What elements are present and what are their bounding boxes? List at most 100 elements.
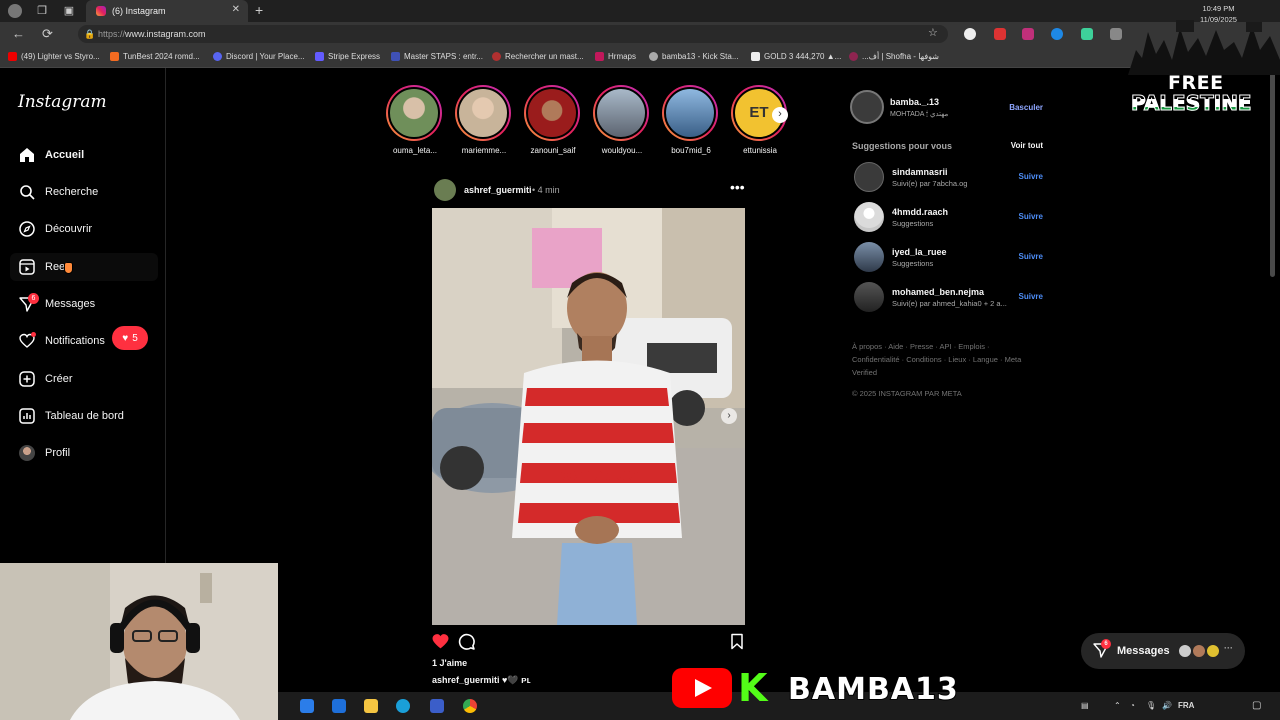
edge-icon[interactable] (396, 699, 410, 713)
svg-text:ooredoo: ooredoo (560, 465, 639, 485)
avatar[interactable] (854, 202, 884, 232)
url-field[interactable]: 🔒 https://www.instagram.com (78, 25, 948, 43)
story[interactable]: mariemme... (455, 85, 513, 155)
suggestion-username[interactable]: sindamnasrii (892, 167, 948, 177)
comment-icon[interactable] (458, 633, 475, 655)
nav-explore[interactable]: Découvrir (18, 220, 92, 238)
microphone-icon[interactable]: 🎙 (1146, 701, 1156, 710)
like-filled-icon[interactable] (432, 633, 449, 655)
language-indicator[interactable]: FRA (1178, 701, 1194, 710)
avatar[interactable] (434, 179, 456, 201)
more-icon: ··· (1224, 643, 1233, 653)
speaker-icon[interactable]: 🔊 (1162, 701, 1172, 710)
suggestion-item: mohamed_ben.nejma Suivi(e) par ahmed_kah… (854, 282, 1046, 312)
extension-icon[interactable] (1051, 28, 1063, 40)
bookmark[interactable]: (49) Lighter vs Styro... (8, 52, 100, 61)
post-photo[interactable]: ooredoo (432, 208, 745, 625)
overlay-palestine-text: PALESTINE (1131, 91, 1253, 116)
nav-reels[interactable]: Reels (18, 258, 73, 276)
tab-instagram[interactable]: (6) Instagram ✕ (86, 0, 248, 22)
story[interactable]: bou7mid_6 (662, 85, 720, 155)
tab-actions-icon[interactable]: ▣ (62, 4, 76, 18)
suggestions-title: Suggestions pour vous (852, 141, 953, 151)
carousel-next-icon[interactable]: › (721, 408, 737, 424)
follow-button[interactable]: Suivre (1019, 292, 1043, 301)
taskbar-clock[interactable]: 10:49 PM 11/09/2025 (1200, 3, 1237, 25)
refresh-icon[interactable]: ⟳ (42, 26, 53, 42)
bookmark[interactable]: Hrmaps (595, 52, 636, 61)
bookmark[interactable]: Stripe Express (315, 52, 380, 61)
post-username[interactable]: ashref_guermiti (464, 185, 532, 195)
outlook-icon[interactable] (332, 699, 346, 713)
footer-links[interactable]: À propos · Aide · Presse · API · Emplois… (852, 340, 1032, 379)
nav-label: Tableau de bord (45, 410, 124, 422)
nav-dashboard[interactable]: Tableau de bord (18, 407, 124, 425)
suggestion-reason: Suivi(e) par ahmed_kahia0 + 2 a... (892, 299, 1007, 308)
see-all-link[interactable]: Voir tout (1011, 141, 1043, 150)
nav-label: Recherche (45, 186, 99, 198)
store-icon[interactable] (300, 699, 314, 713)
story[interactable]: ouma_leta... (386, 85, 444, 155)
nav-label: Découvrir (45, 223, 93, 235)
notification-count-pill[interactable]: ♥ 5 (112, 326, 148, 350)
nav-create[interactable]: Créer (18, 370, 73, 388)
follow-button[interactable]: Suivre (1019, 172, 1043, 181)
bookmark[interactable]: TunBest 2024 romd... (110, 52, 200, 61)
bookmark-icon[interactable] (730, 633, 744, 655)
app-icon[interactable] (430, 699, 444, 713)
extension-icon[interactable] (1022, 28, 1034, 40)
instagram-sidebar: Instagram Accueil Recherche Découvrir Re… (0, 68, 166, 563)
mouse-cursor-icon (64, 262, 73, 274)
chevron-up-icon[interactable]: ⌃ (1114, 701, 1121, 710)
network-icon[interactable]: ◔ (1130, 701, 1135, 710)
avatar[interactable] (854, 282, 884, 312)
suggestion-username[interactable]: iyed_la_ruee (892, 247, 947, 257)
follow-button[interactable]: Suivre (1019, 252, 1043, 261)
extension-icon[interactable] (964, 28, 976, 40)
bookmark[interactable]: Discord | Your Place... (213, 52, 305, 61)
nav-profile[interactable]: Profil (18, 444, 70, 462)
follow-button[interactable]: Suivre (1019, 212, 1043, 221)
story-username: wouldyou... (601, 146, 643, 155)
favorite-star-icon[interactable]: ☆ (928, 26, 938, 39)
bookmark[interactable]: Rechercher un mast... (492, 52, 584, 61)
messages-float-badge: 6 (1101, 639, 1111, 649)
bookmark[interactable]: GOLD 3 444,270 ▲... (751, 52, 841, 61)
nav-search[interactable]: Recherche (18, 183, 98, 201)
file-explorer-icon[interactable] (364, 699, 378, 713)
stories-next-icon[interactable]: › (772, 107, 788, 123)
close-tab-icon[interactable]: ✕ (232, 4, 240, 15)
messages-floating-button[interactable]: 6 Messages ··· (1081, 633, 1245, 669)
extensions-icon[interactable] (1110, 28, 1122, 40)
new-tab-icon[interactable]: + (255, 2, 263, 18)
avatar[interactable] (854, 162, 884, 192)
switch-account-link[interactable]: Basculer (1009, 103, 1043, 112)
suggestion-username[interactable]: mohamed_ben.nejma (892, 287, 984, 297)
profile-icon[interactable] (8, 4, 22, 18)
bookmark[interactable]: Master STAPS : entr... (391, 52, 483, 61)
notification-center-icon[interactable]: ▢ (1252, 700, 1261, 711)
workspaces-icon[interactable]: ❐ (35, 4, 49, 18)
extension-icon[interactable] (994, 28, 1006, 40)
more-options-icon[interactable]: ••• (730, 179, 745, 195)
instagram-logo[interactable]: Instagram (18, 92, 107, 112)
nav-home[interactable]: Accueil (18, 146, 84, 164)
extension-icon[interactable] (1081, 28, 1093, 40)
back-icon[interactable]: ← (12, 26, 25, 41)
avatar[interactable] (850, 90, 884, 124)
bookmark[interactable]: bamba13 - Kick Sta... (649, 52, 738, 61)
bookmark[interactable]: ...أف | Shofha - شوفها (849, 52, 939, 61)
kick-logo-icon: K (738, 666, 768, 710)
avatar[interactable] (854, 242, 884, 272)
story[interactable]: zanouni_saif (524, 85, 582, 155)
account-username[interactable]: bamba._.13 (890, 97, 939, 107)
chrome-icon[interactable] (463, 699, 477, 713)
suggestion-item: iyed_la_ruee Suggestions Suivre (854, 242, 1046, 272)
widgets-icon[interactable]: ▤ (1081, 701, 1089, 710)
lock-icon: 🔒 (84, 29, 96, 39)
story[interactable]: wouldyou... (593, 85, 651, 155)
suggestion-username[interactable]: 4hmdd.raach (892, 207, 948, 217)
clock-time: 10:49 PM (1202, 4, 1235, 13)
post-likes[interactable]: 1 J'aime (432, 658, 467, 668)
notification-dot (31, 332, 36, 337)
